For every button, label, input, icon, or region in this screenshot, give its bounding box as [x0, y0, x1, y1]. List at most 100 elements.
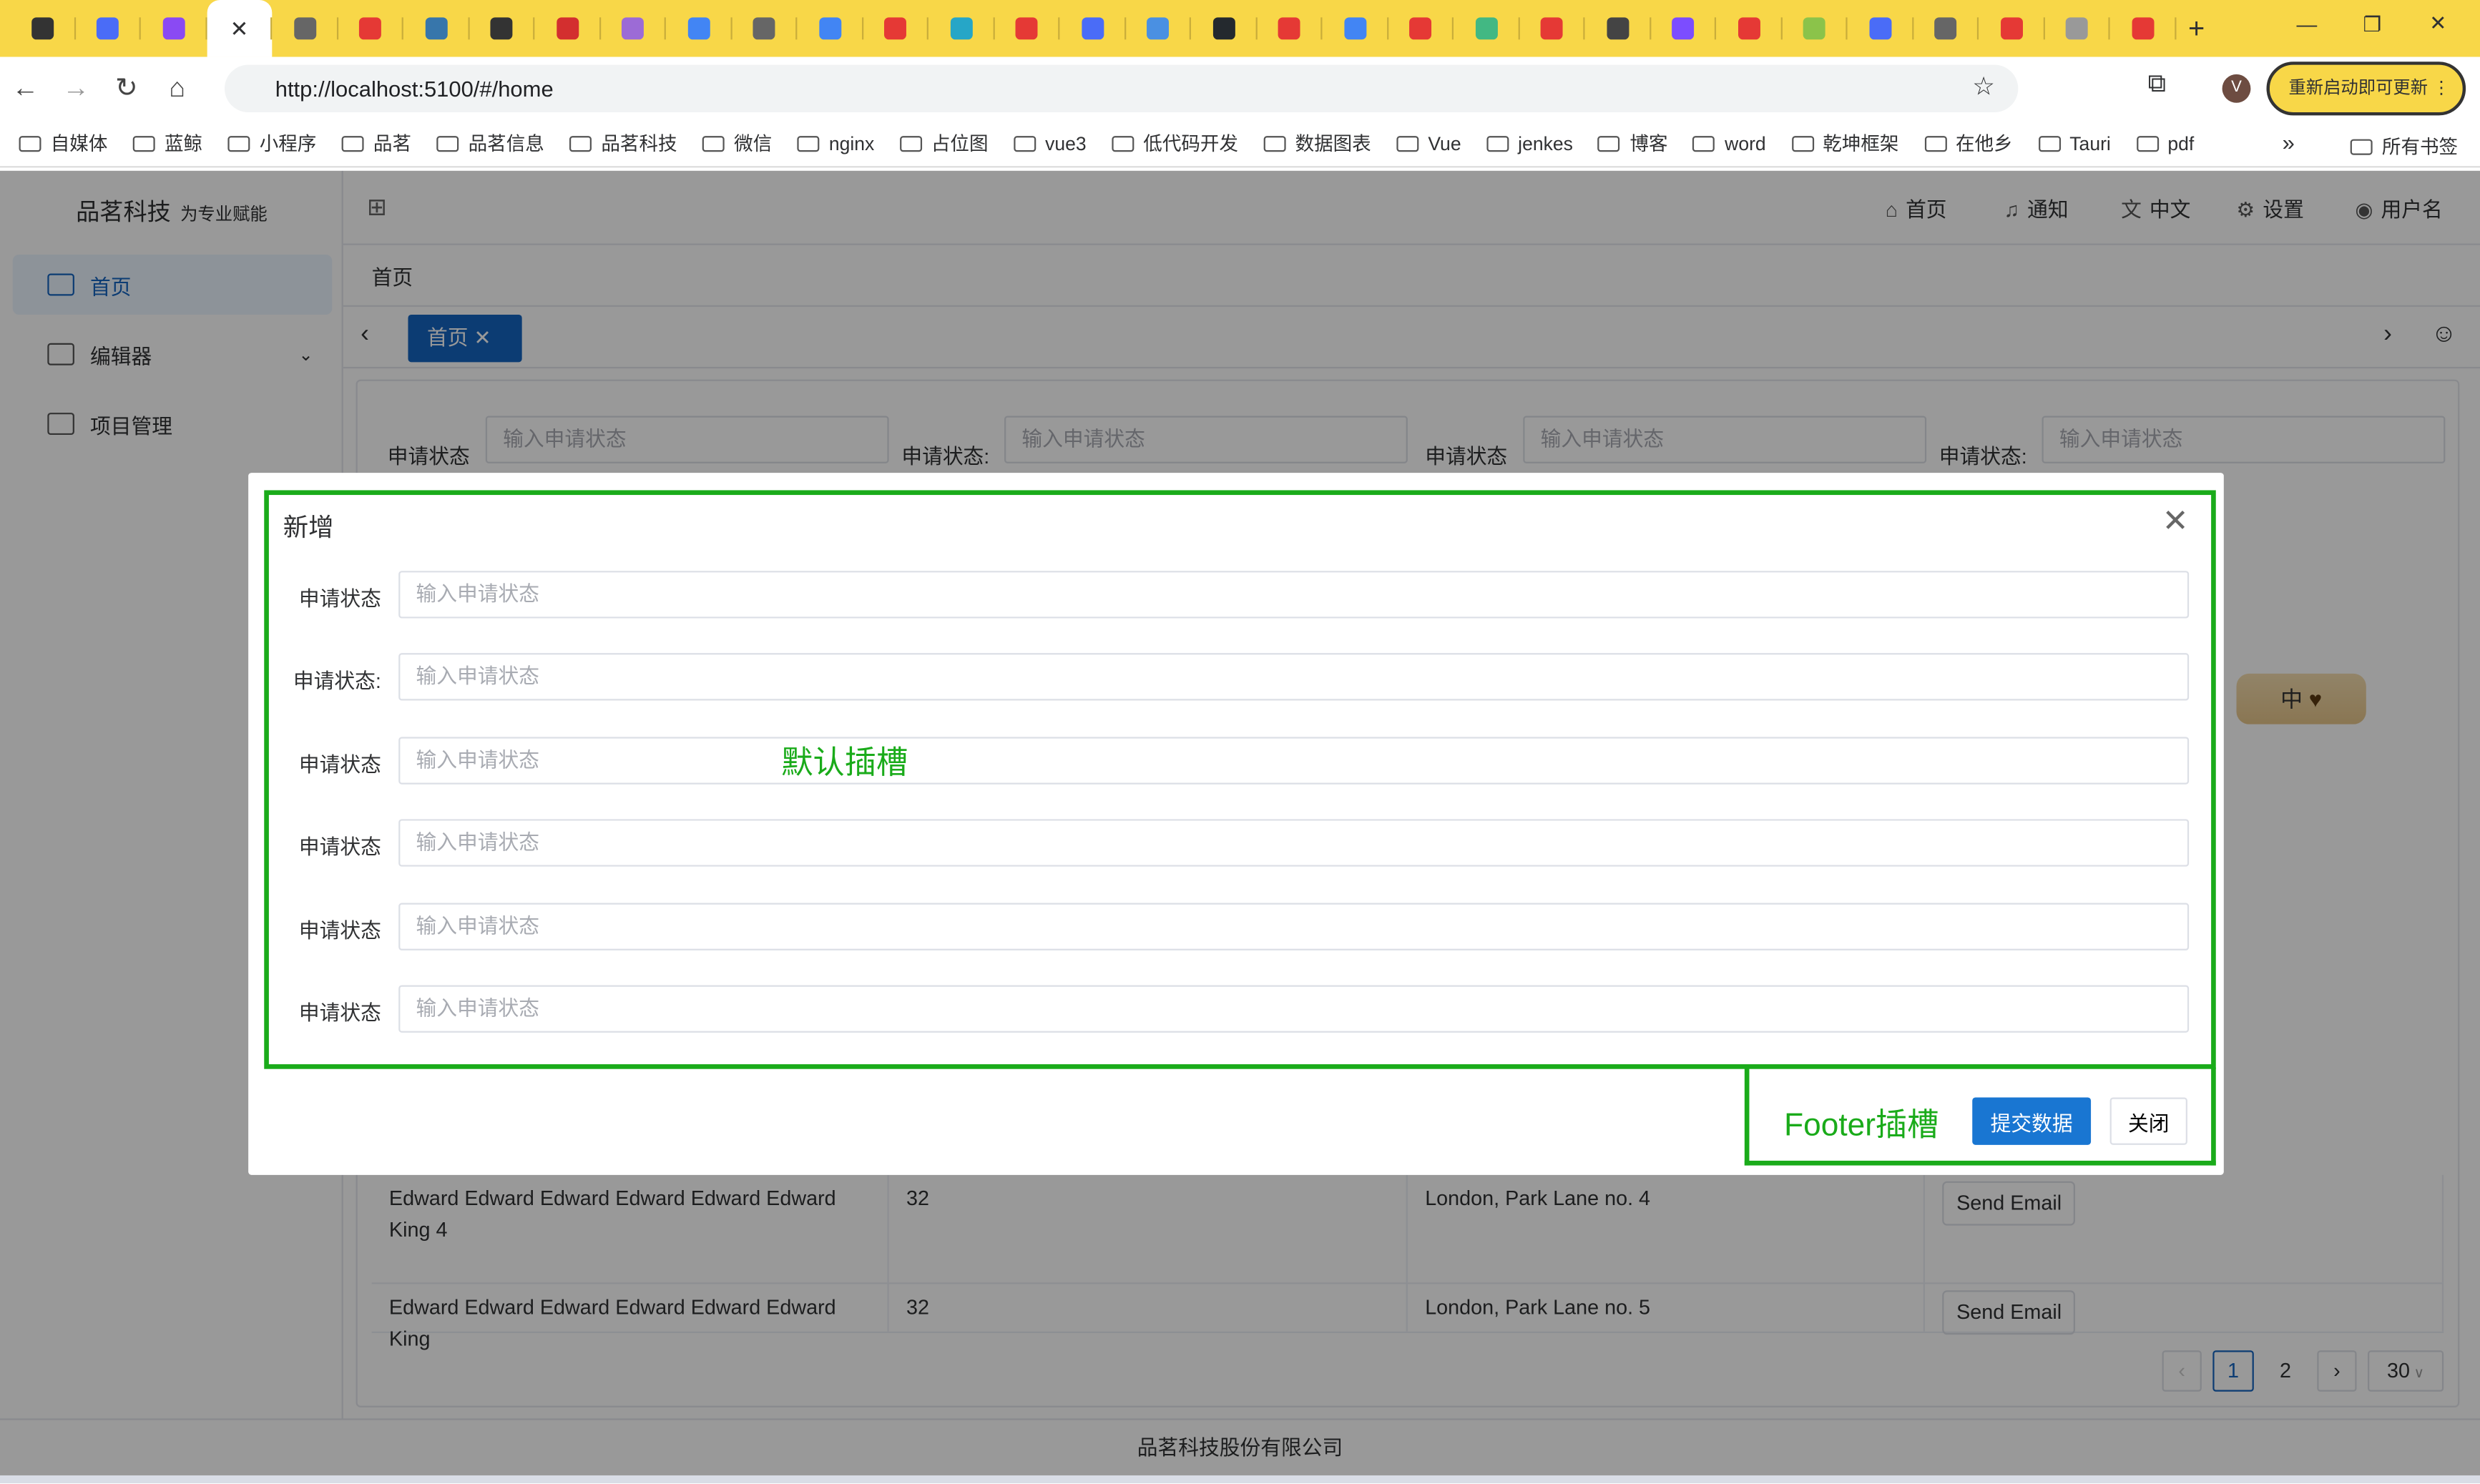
all-bookmarks[interactable]: 所有书签	[2350, 133, 2458, 160]
browser-tab[interactable]	[338, 0, 403, 57]
bookmark-9[interactable]: vue3	[1013, 132, 1087, 154]
target-icon	[2132, 17, 2154, 40]
browser-tab[interactable]	[928, 0, 994, 57]
home-icon[interactable]: ⌂	[152, 73, 202, 104]
browser-tab[interactable]	[1125, 0, 1191, 57]
bookmark-6[interactable]: 微信	[702, 129, 772, 157]
tab-close-icon[interactable]: ✕	[206, 0, 273, 57]
browser-tab[interactable]	[1519, 0, 1585, 57]
submit-button[interactable]: 提交数据	[1972, 1097, 2092, 1145]
browser-tab[interactable]	[1059, 0, 1126, 57]
form-row: 申请状态 输入申请状态	[248, 736, 2224, 785]
wave-icon	[950, 17, 973, 40]
bookmark-label: jenkes	[1518, 132, 1573, 154]
bookmark-12[interactable]: Vue	[1396, 132, 1461, 154]
bookmark-14[interactable]: 博客	[1598, 129, 1668, 157]
globe-icon	[1934, 17, 1957, 40]
url-input[interactable]: http://localhost:5100/#/home	[224, 64, 2019, 112]
browser-tab[interactable]	[1979, 0, 2044, 57]
folder-icon	[1486, 135, 1509, 152]
bookmark-19[interactable]: pdf	[2136, 132, 2194, 154]
bookmark-label: 在他乡	[1956, 132, 2013, 155]
star-icon[interactable]: ☆	[1972, 71, 1995, 102]
browser-tab[interactable]	[2044, 0, 2110, 57]
extensions-icon[interactable]: ⧉	[2148, 71, 2166, 99]
bookmark-label: 品茗科技	[601, 132, 677, 155]
browser-tab[interactable]	[797, 0, 863, 57]
bookmark-1[interactable]: 蓝鲸	[132, 129, 202, 157]
folder-icon	[19, 135, 41, 152]
bookmark-17[interactable]: 在他乡	[1923, 129, 2013, 157]
close-window-icon[interactable]: ✕	[2429, 11, 2446, 36]
browser-tab[interactable]	[666, 0, 732, 57]
bookmark-5[interactable]: 品茗科技	[569, 129, 677, 157]
reload-icon[interactable]: ↻	[102, 73, 152, 104]
delta-icon	[490, 17, 513, 40]
browser-tab[interactable]	[2110, 0, 2176, 57]
forward-icon[interactable]: →	[51, 73, 102, 104]
bookmark-label: 乾坤框架	[1823, 132, 1899, 155]
vite-icon	[162, 17, 185, 40]
layers-icon	[97, 17, 119, 40]
bookmark-10[interactable]: 低代码开发	[1112, 129, 1238, 157]
browser-tab[interactable]	[403, 0, 469, 57]
minimize-icon[interactable]: —	[2297, 13, 2318, 36]
status-input[interactable]: 输入申请状态	[398, 571, 2190, 619]
browser-tab[interactable]	[534, 0, 601, 57]
browser-tab[interactable]	[1454, 0, 1519, 57]
folder-icon	[2350, 138, 2373, 154]
form-row: 申请状态 输入申请状态	[248, 985, 2224, 1033]
browser-tab[interactable]	[1650, 0, 1717, 57]
bookmarks-more[interactable]: »	[2283, 129, 2295, 154]
bookmark-13[interactable]: jenkes	[1486, 132, 1573, 154]
browser-tab[interactable]	[994, 0, 1060, 57]
status-input[interactable]: 输入申请状态	[398, 902, 2190, 950]
status-input[interactable]: 输入申请状态	[398, 985, 2190, 1033]
browser-tab[interactable]	[1322, 0, 1388, 57]
bookmark-15[interactable]: word	[1692, 132, 1766, 154]
folder-icon	[702, 135, 725, 152]
status-input[interactable]: 输入申请状态	[398, 654, 2190, 702]
update-button[interactable]: 重新启动即可更新 ⋮	[2266, 62, 2466, 116]
bookmark-8[interactable]: 占位图	[899, 129, 989, 157]
browser-tab[interactable]	[141, 0, 207, 57]
browser-tab[interactable]	[863, 0, 928, 57]
browser-tab[interactable]	[469, 0, 535, 57]
back-icon[interactable]: ←	[0, 73, 51, 104]
close-button[interactable]: 关闭	[2109, 1097, 2187, 1145]
browser-tab[interactable]	[600, 0, 666, 57]
v-shield-icon	[622, 17, 644, 40]
globe-icon	[293, 17, 316, 40]
mountain-icon	[1606, 17, 1629, 40]
browser-tab[interactable]	[1716, 0, 1782, 57]
status-input[interactable]: 输入申请状态	[398, 736, 2190, 785]
browser-tab[interactable]	[1782, 0, 1848, 57]
browser-tab[interactable]	[272, 0, 338, 57]
bookmark-0[interactable]: 自媒体	[19, 129, 107, 157]
bookmark-3[interactable]: 品茗	[341, 129, 411, 157]
update-label: 重新启动即可更新	[2288, 79, 2428, 99]
close-icon[interactable]: ✕	[2162, 501, 2189, 541]
browser-tab[interactable]	[1191, 0, 1257, 57]
new-tab-icon[interactable]: +	[2188, 12, 2205, 45]
bookmark-label: 微信	[734, 132, 773, 155]
bookmark-label: 博客	[1629, 132, 1668, 155]
browser-tab[interactable]	[1913, 0, 1979, 57]
bottom-strip	[0, 1475, 2480, 1484]
bookmark-16[interactable]: 乾坤框架	[1791, 129, 1898, 157]
browser-tab[interactable]	[9, 0, 76, 57]
bookmark-2[interactable]: 小程序	[227, 129, 316, 157]
browser-tab[interactable]	[75, 0, 141, 57]
bookmark-7[interactable]: nginx	[797, 132, 874, 154]
browser-tab[interactable]	[1257, 0, 1323, 57]
restore-icon[interactable]: ❐	[2363, 13, 2381, 38]
bookmark-11[interactable]: 数据图表	[1263, 129, 1371, 157]
bookmark-18[interactable]: Tauri	[2038, 132, 2111, 154]
status-input[interactable]: 输入申请状态	[398, 819, 2190, 868]
browser-tab[interactable]	[1848, 0, 1913, 57]
bookmark-4[interactable]: 品茗信息	[436, 129, 544, 157]
avatar[interactable]: V	[2222, 74, 2251, 103]
browser-tab[interactable]	[732, 0, 798, 57]
browser-tab[interactable]	[1585, 0, 1651, 57]
browser-tab[interactable]	[1388, 0, 1454, 57]
